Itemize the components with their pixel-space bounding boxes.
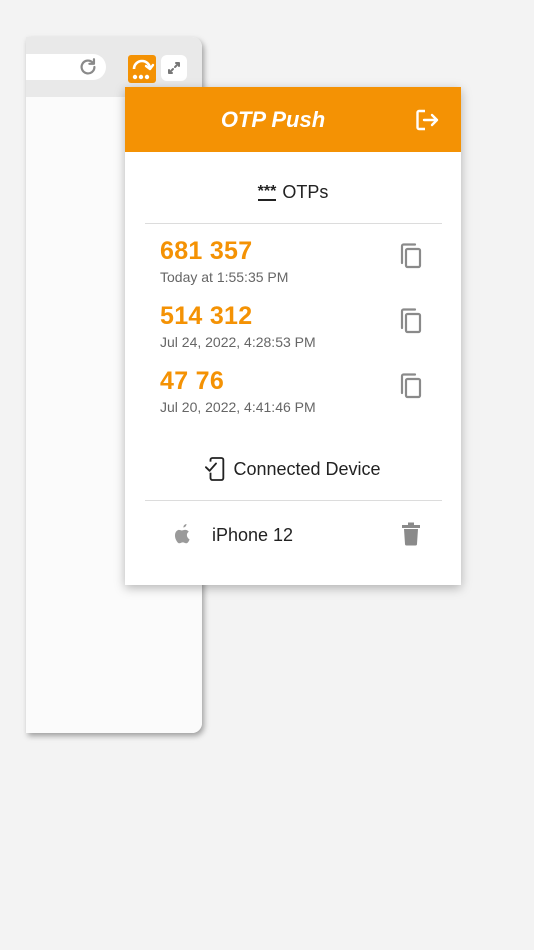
device-name: iPhone 12 — [212, 525, 294, 545]
popup-header: OTP Push — [125, 87, 461, 152]
otp-code[interactable]: 681 357 — [160, 237, 252, 266]
phone-check-icon — [205, 457, 225, 481]
otp-push-extension-icon[interactable] — [128, 55, 156, 83]
divider — [145, 223, 442, 224]
copy-icon[interactable] — [397, 306, 425, 336]
expand-button[interactable] — [161, 55, 187, 81]
device-section-header: Connected Device — [125, 449, 461, 489]
address-bar[interactable] — [26, 54, 106, 80]
trash-icon[interactable] — [401, 522, 421, 546]
otp-timestamp: Jul 24, 2022, 4:28:53 PM — [160, 334, 316, 350]
expand-icon — [168, 62, 180, 74]
otp-code[interactable]: 514 312 — [160, 302, 252, 331]
popup-title: OTP Push — [220, 107, 326, 132]
apple-icon — [174, 524, 190, 544]
otps-label: OTPs — [282, 181, 329, 202]
copy-icon[interactable] — [397, 371, 425, 401]
otp-push-popup: OTP Push *** OTPs 681 357 Today at 1:55:… — [125, 87, 461, 585]
otp-list-item: 681 357 Today at 1:55:35 PM — [125, 237, 461, 297]
device-row: iPhone 12 — [125, 517, 461, 557]
otp-timestamp: Today at 1:55:35 PM — [160, 269, 289, 285]
copy-icon[interactable] — [397, 241, 425, 271]
otps-section-header: *** OTPs — [125, 172, 461, 212]
password-stars-icon: *** — [257, 182, 277, 201]
connected-device-label: Connected Device — [233, 458, 381, 479]
logout-icon[interactable] — [413, 106, 441, 134]
otp-timestamp: Jul 20, 2022, 4:41:46 PM — [160, 399, 316, 415]
otp-code[interactable]: 47 76 — [160, 367, 224, 396]
divider — [145, 500, 442, 501]
reload-icon[interactable] — [77, 56, 99, 78]
otp-list-item: 47 76 Jul 20, 2022, 4:41:46 PM — [125, 367, 461, 427]
otp-list-item: 514 312 Jul 24, 2022, 4:28:53 PM — [125, 302, 461, 362]
